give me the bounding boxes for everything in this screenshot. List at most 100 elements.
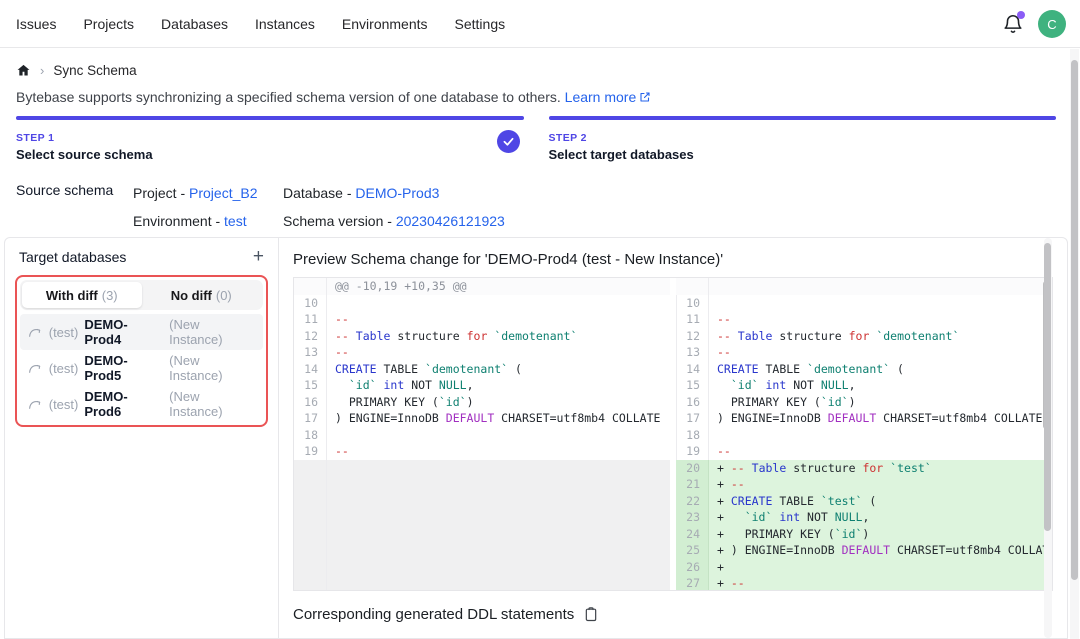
line-number: 24 — [676, 526, 709, 543]
diff-line-12: 12 -- Table structure for `demotenant` — [676, 328, 1052, 345]
diff-pane-original: @@ -10,19 +10,35 @@ 10 11 -- 12 -- Table… — [294, 278, 676, 590]
nav-item-issues[interactable]: Issues — [16, 16, 56, 32]
external-link-icon — [639, 90, 651, 106]
diff-line-15: 15 `id` int NOT NULL, — [676, 377, 1052, 394]
diff-line-11: 11 -- — [294, 311, 670, 328]
line-number: 13 — [676, 344, 709, 361]
page-scrollbar-thumb[interactable] — [1071, 60, 1078, 580]
line-number: 23 — [676, 509, 709, 526]
line-number: 17 — [294, 410, 327, 427]
target-database-demo-prod4[interactable]: (test) DEMO-Prod4 (New Instance) — [20, 314, 263, 350]
db-name: DEMO-Prod5 — [84, 353, 163, 383]
line-number — [294, 278, 327, 295]
diff-line-16: 16 PRIMARY KEY (`id`) — [294, 394, 670, 411]
line-code: PRIMARY KEY (`id`) — [709, 394, 1052, 411]
source-schema-label: Source schema — [16, 179, 133, 198]
line-number: 18 — [294, 427, 327, 444]
nav-item-environments[interactable]: Environments — [342, 16, 428, 32]
db-suffix: (New Instance) — [169, 353, 255, 383]
diff-line-25: 25 + ) ENGINE=InnoDB DEFAULT CHARSET=utf… — [676, 542, 1052, 559]
line-number: 21 — [676, 476, 709, 493]
diff-line-hunk — [676, 278, 1052, 295]
line-number: 14 — [294, 361, 327, 378]
line-code: + -- — [709, 575, 1052, 591]
diff-filter-tabs: With diff (3) No diff (0) — [20, 280, 263, 310]
line-number: 14 — [676, 361, 709, 378]
tab-no-diff[interactable]: No diff (0) — [142, 282, 262, 308]
step-1: STEP 1 Select source schema — [16, 116, 524, 162]
source-schema-summary: Source schema Project - Project_B2 Datab… — [16, 179, 505, 235]
filler-gutter — [294, 460, 327, 591]
breadcrumb-separator-icon: › — [40, 63, 44, 78]
environment-link[interactable]: test — [224, 213, 247, 229]
user-avatar[interactable]: C — [1038, 10, 1066, 38]
line-number: 16 — [676, 394, 709, 411]
line-number: 25 — [676, 542, 709, 559]
target-database-demo-prod5[interactable]: (test) DEMO-Prod5 (New Instance) — [20, 350, 263, 386]
field-database: Database - DEMO-Prod3 — [283, 185, 505, 201]
line-number — [676, 278, 709, 295]
breadcrumb: › Sync Schema — [16, 63, 137, 78]
diff-line-17: 17 ) ENGINE=InnoDB DEFAULT CHARSET=utf8m… — [676, 410, 1052, 427]
db-suffix: (New Instance) — [169, 389, 255, 419]
main-panel: Target databases + With diff (3) No diff… — [4, 237, 1068, 639]
target-databases-panel: Target databases + With diff (3) No diff… — [5, 238, 279, 638]
diff-line-10: 10 — [294, 295, 670, 312]
line-code: -- — [327, 311, 670, 328]
add-target-database-button[interactable]: + — [253, 250, 264, 264]
diff-line-hunk: @@ -10,19 +10,35 @@ — [294, 278, 670, 295]
database-link[interactable]: DEMO-Prod3 — [355, 185, 439, 201]
panel-scrollbar-thumb[interactable] — [1044, 243, 1051, 531]
line-number: 26 — [676, 559, 709, 576]
line-number: 19 — [294, 443, 327, 460]
line-code: + `id` int NOT NULL, — [709, 509, 1052, 526]
line-number: 10 — [676, 295, 709, 312]
line-code: ) ENGINE=InnoDB DEFAULT CHARSET=utf8mb4 … — [709, 410, 1052, 427]
line-code: + CREATE TABLE `test` ( — [709, 493, 1052, 510]
line-code: -- Table structure for `demotenant` — [709, 328, 1052, 345]
line-code: + -- Table structure for `test` — [709, 460, 1052, 477]
step-2-label: STEP 2 — [549, 132, 1057, 144]
step-complete-check-icon — [497, 130, 520, 153]
line-code: PRIMARY KEY (`id`) — [327, 394, 670, 411]
home-icon[interactable] — [16, 63, 31, 78]
diff-empty-region — [294, 460, 670, 591]
line-number: 15 — [676, 377, 709, 394]
step-1-title: Select source schema — [16, 147, 524, 162]
preview-title: Preview Schema change for 'DEMO-Prod4 (t… — [293, 251, 1053, 268]
notification-dot — [1017, 11, 1025, 19]
line-number: 10 — [294, 295, 327, 312]
diff-line-22: 22 + CREATE TABLE `test` ( — [676, 493, 1052, 510]
schema-version-link[interactable]: 20230426121923 — [396, 213, 505, 229]
learn-more-link[interactable]: Learn more — [565, 89, 652, 105]
copy-ddl-button[interactable] — [583, 606, 599, 623]
db-environment: (test) — [49, 325, 79, 340]
notifications-bell-button[interactable] — [1002, 13, 1024, 35]
tab-with-diff[interactable]: With diff (3) — [22, 282, 142, 308]
line-code: `id` int NOT NULL, — [709, 377, 1052, 394]
diff-line-20: 20 + -- Table structure for `test` — [676, 460, 1052, 477]
target-database-demo-prod6[interactable]: (test) DEMO-Prod6 (New Instance) — [20, 386, 263, 422]
project-link[interactable]: Project_B2 — [189, 185, 257, 201]
step-1-label: STEP 1 — [16, 132, 524, 144]
line-code: + ) ENGINE=InnoDB DEFAULT CHARSET=utf8mb… — [709, 542, 1052, 559]
nav-item-instances[interactable]: Instances — [255, 16, 315, 32]
line-code: + PRIMARY KEY (`id`) — [709, 526, 1052, 543]
clipboard-icon — [583, 606, 599, 623]
step-2-bar — [549, 116, 1057, 120]
diff-line-19: 19 -- — [294, 443, 670, 460]
nav-item-projects[interactable]: Projects — [83, 16, 134, 32]
line-code: CREATE TABLE `demotenant` ( — [709, 361, 1052, 378]
top-navbar: Issues Projects Databases Instances Environm… — [0, 0, 1080, 48]
diff-line-19: 19 -- — [676, 443, 1052, 460]
diff-line-13: 13 -- — [294, 344, 670, 361]
nav-item-databases[interactable]: Databases — [161, 16, 228, 32]
step-1-bar — [16, 116, 524, 120]
line-code: -- — [709, 311, 1052, 328]
schema-diff-editor: @@ -10,19 +10,35 @@ 10 11 -- 12 -- Table… — [293, 277, 1053, 591]
intro-text: Bytebase supports synchronizing a specif… — [16, 89, 651, 106]
line-code: ) ENGINE=InnoDB DEFAULT CHARSET=utf8mb4 … — [327, 410, 670, 427]
line-code — [709, 427, 1052, 444]
nav-item-settings[interactable]: Settings — [455, 16, 506, 32]
line-code — [709, 278, 1052, 295]
